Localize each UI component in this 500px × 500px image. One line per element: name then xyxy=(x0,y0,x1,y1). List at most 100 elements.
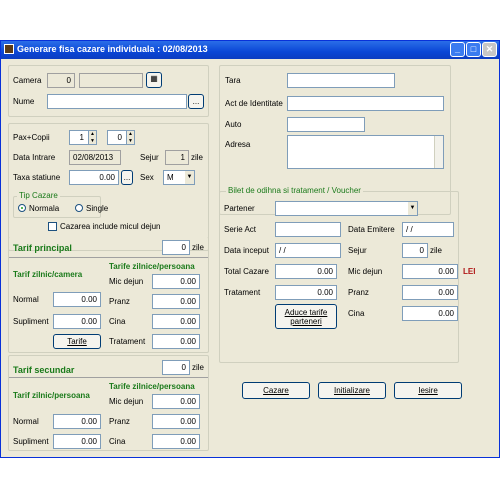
camera-label: Camera xyxy=(13,76,42,85)
chevron-down-icon[interactable]: ▼ xyxy=(408,202,417,215)
nume-browse-button[interactable]: ... xyxy=(188,94,204,109)
data-emitere-field[interactable]: / / xyxy=(402,222,454,237)
radio-single-label[interactable]: Single xyxy=(86,204,108,214)
ts-mic-dejun-field[interactable]: 0.00 xyxy=(152,394,200,409)
title-bar[interactable]: Generare fisa cazare individuala : 02/08… xyxy=(1,41,499,59)
spin-arrows-icon[interactable]: ▲ ▼ xyxy=(88,131,96,144)
tp-supliment-label: Supliment xyxy=(13,317,49,326)
initializare-button[interactable]: Initializare xyxy=(318,382,386,399)
bilet-sejur-label: Sejur xyxy=(348,246,367,255)
radio-normala[interactable] xyxy=(18,204,26,212)
act-label: Act de Identitate xyxy=(225,99,283,108)
bilet-mic-dejun-label: Mic dejun xyxy=(348,267,383,276)
sex-label: Sex xyxy=(140,173,154,182)
tp-mic-dejun-field[interactable]: 0.00 xyxy=(152,274,200,289)
spin-arrows-icon[interactable]: ▲ ▼ xyxy=(126,131,134,144)
data-inceput-field[interactable]: / / xyxy=(275,243,341,258)
taxa-browse-button[interactable]: ... xyxy=(121,170,133,185)
tp-persoana-header: Tarife zilnice/persoana xyxy=(109,262,195,271)
bilet-cina-field[interactable]: 0.00 xyxy=(402,306,458,321)
adresa-textarea[interactable] xyxy=(287,135,444,169)
bilet-pranz-field[interactable]: 0.00 xyxy=(402,285,458,300)
ts-zile-field[interactable]: 0 xyxy=(162,360,190,375)
total-cazare-field[interactable]: 0.00 xyxy=(275,264,337,279)
cazare-button[interactable]: Cazare xyxy=(242,382,310,399)
maximize-button[interactable]: □ xyxy=(466,42,481,57)
tp-cina-field[interactable]: 0.00 xyxy=(152,314,200,329)
partener-label: Partener xyxy=(224,204,255,213)
ts-zile-label: zile xyxy=(192,363,205,372)
tp-zile-label: zile xyxy=(192,243,205,252)
ts-persoana-header: Tarif zilnic/persoana xyxy=(13,391,90,400)
tp-tratament-field[interactable]: 0.00 xyxy=(152,334,200,349)
ts-normal-label: Normal xyxy=(13,417,39,426)
camera-number-field: 0 xyxy=(47,73,75,88)
bilet-title: Bilet de odihna si tratament / Voucher xyxy=(226,186,363,196)
minimize-button[interactable]: _ xyxy=(450,42,465,57)
bilet-tratament-label: Tratament xyxy=(224,288,261,297)
bilet-mic-dejun-field[interactable]: 0.00 xyxy=(402,264,458,279)
adresa-label: Adresa xyxy=(225,140,251,149)
separator xyxy=(9,257,208,258)
ts-pranz-label: Pranz xyxy=(109,417,130,426)
tarif-principal-title: Tarif principal xyxy=(13,243,72,253)
radio-normala-label[interactable]: Normala xyxy=(29,204,59,214)
pax-stepper[interactable]: 1 ▲ ▼ xyxy=(69,130,97,145)
copii-stepper[interactable]: 0 ▲ ▼ xyxy=(107,130,135,145)
aduce-tarife-button[interactable]: Aduce tarife parteneri xyxy=(275,304,337,329)
grid-icon: ▦ xyxy=(150,74,158,83)
bilet-tratament-field[interactable]: 0.00 xyxy=(275,285,337,300)
bilet-zile-label: zile xyxy=(430,246,443,255)
tp-tratament-label: Tratament xyxy=(109,337,146,346)
serie-act-field[interactable] xyxy=(275,222,341,237)
pax-label: Pax+Copii xyxy=(13,133,50,142)
ts-cina-label: Cina xyxy=(109,437,126,446)
nume-field[interactable] xyxy=(47,94,187,109)
micul-dejun-checkbox-label[interactable]: Cazarea include micul dejun xyxy=(60,222,161,232)
auto-field[interactable] xyxy=(287,117,365,132)
sejur-zile-label: zile xyxy=(191,153,204,162)
currency-label: LEI xyxy=(463,267,476,276)
sejur-label: Sejur xyxy=(140,153,159,162)
tara-label: Tara xyxy=(225,76,241,85)
ts-supliment-field[interactable]: 0.00 xyxy=(53,434,101,449)
radio-single[interactable] xyxy=(75,204,83,212)
bilet-sejur-field[interactable]: 0 xyxy=(402,243,428,258)
total-cazare-label: Total Cazare xyxy=(224,267,269,276)
ts-normal-field[interactable]: 0.00 xyxy=(53,414,101,429)
taxa-field[interactable]: 0.00 xyxy=(69,170,119,185)
act-field[interactable] xyxy=(287,96,444,111)
close-button[interactable]: ✕ xyxy=(482,42,497,57)
serie-act-label: Serie Act xyxy=(224,225,257,234)
data-emitere-label: Data Emitere xyxy=(348,225,395,234)
camera-name-field xyxy=(79,73,143,88)
ts-cina-field[interactable]: 0.00 xyxy=(152,434,200,449)
bilet-pranz-label: Pranz xyxy=(348,288,369,297)
nume-label: Nume xyxy=(13,97,35,106)
tip-cazare-label: Tip Cazare xyxy=(17,191,60,201)
tarife-button[interactable]: Tarife xyxy=(53,334,101,349)
sex-select[interactable]: M ▼ xyxy=(163,170,195,185)
micul-dejun-checkbox[interactable] xyxy=(48,222,57,231)
tp-zile-field[interactable]: 0 xyxy=(162,240,190,255)
tp-cina-label: Cina xyxy=(109,317,126,326)
iesire-button[interactable]: Iesire xyxy=(394,382,462,399)
scrollbar[interactable] xyxy=(434,136,443,168)
data-intrare-field: 02/08/2013 xyxy=(69,150,121,165)
camera-select-button[interactable]: ▦ xyxy=(146,72,162,88)
tp-pranz-field[interactable]: 0.00 xyxy=(152,294,200,309)
auto-label: Auto xyxy=(225,120,242,129)
ts-pranz-field[interactable]: 0.00 xyxy=(152,414,200,429)
data-intrare-label: Data Intrare xyxy=(13,153,56,162)
taxa-label: Taxa statiune xyxy=(13,173,61,182)
app-icon xyxy=(4,44,14,54)
tp-supliment-field[interactable]: 0.00 xyxy=(53,314,101,329)
partener-select[interactable]: ▼ xyxy=(275,201,418,216)
tp-normal-field[interactable]: 0.00 xyxy=(53,292,101,307)
data-inceput-label: Data inceput xyxy=(224,246,269,255)
tara-field[interactable] xyxy=(287,73,395,88)
main-window: Generare fisa cazare individuala : 02/08… xyxy=(0,40,500,458)
window-title: Generare fisa cazare individuala : 02/08… xyxy=(17,44,208,54)
chevron-down-icon[interactable]: ▼ xyxy=(185,171,194,184)
tp-pranz-label: Pranz xyxy=(109,297,130,306)
